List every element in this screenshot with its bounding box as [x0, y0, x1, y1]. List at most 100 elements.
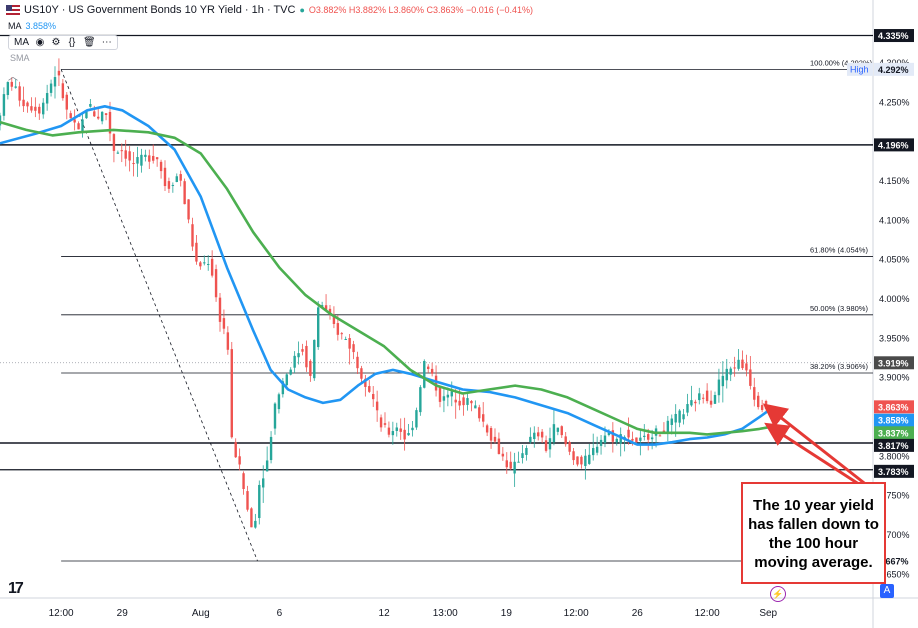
- candle-body: [265, 460, 269, 472]
- collapse-indicators-icon[interactable]: ︿: [8, 68, 18, 83]
- candle-body: [698, 393, 701, 401]
- candle-body: [285, 374, 288, 386]
- candle-body: [721, 375, 725, 387]
- callout-line: moving average.: [754, 554, 873, 571]
- more-icon[interactable]: ⋯: [102, 37, 112, 48]
- candle-body: [344, 339, 347, 341]
- candle-body: [615, 438, 618, 443]
- symbol-title[interactable]: US10Y · US Government Bonds 10 YR Yield …: [24, 4, 295, 16]
- candle-body: [705, 390, 709, 402]
- candle-body: [521, 453, 524, 459]
- eye-icon[interactable]: ◉: [35, 37, 45, 48]
- candle-body: [375, 401, 379, 411]
- candle-body: [61, 83, 65, 99]
- candle-body: [430, 368, 434, 374]
- candle-body: [505, 460, 508, 468]
- events-bolt-icon[interactable]: ⚡: [770, 586, 786, 602]
- price-label: 4.292%: [878, 65, 909, 75]
- candle-body: [764, 401, 768, 409]
- candle-body: [741, 359, 744, 369]
- candle-body: [183, 181, 186, 205]
- candle-body: [482, 414, 485, 422]
- candle-body: [682, 414, 685, 420]
- candle-body: [242, 473, 245, 490]
- candle-body: [222, 318, 226, 329]
- candle-body: [415, 410, 418, 428]
- x-tick-label: 13:00: [433, 608, 458, 619]
- price-label: 3.837%: [878, 428, 909, 438]
- candle-body: [152, 155, 155, 161]
- candle-body: [533, 432, 536, 440]
- candle-body: [564, 436, 567, 445]
- annotation-arrow: [762, 403, 869, 488]
- candle-body: [301, 349, 304, 352]
- tradingview-logo-icon: 17: [8, 580, 24, 597]
- high-tag-label: High: [850, 64, 869, 74]
- candle-body: [580, 456, 583, 465]
- trash-icon[interactable]: 🗑: [83, 37, 96, 48]
- candle-body: [199, 262, 202, 267]
- price-label: 3.817%: [878, 441, 909, 451]
- candle-body: [749, 369, 752, 386]
- candle-body: [175, 176, 178, 182]
- code-icon[interactable]: {}: [67, 37, 77, 48]
- candle-body: [540, 431, 544, 438]
- candle-body: [42, 102, 45, 115]
- candle-body: [14, 86, 17, 88]
- candle-body: [116, 152, 120, 154]
- candle-body: [210, 258, 214, 276]
- candle-body: [568, 442, 571, 452]
- callout-line: The 10 year yield: [753, 497, 874, 514]
- ma-indicator[interactable]: MA 3.858%: [8, 21, 56, 31]
- candle-body: [627, 429, 630, 438]
- candle-body: [379, 417, 383, 428]
- candle-body: [293, 355, 296, 368]
- candle-body: [485, 425, 489, 433]
- candle-body: [423, 361, 426, 388]
- price-label: 3.863%: [878, 402, 909, 412]
- candle-body: [309, 360, 312, 376]
- candle-body: [513, 461, 516, 474]
- candle-body: [30, 106, 33, 111]
- candle-body: [529, 436, 532, 443]
- ma-value: 3.858%: [25, 21, 57, 31]
- indicator-toolbar: MA ◉ ⚙ {} 🗑 ⋯: [8, 35, 118, 50]
- candle-body: [195, 242, 198, 262]
- candle-body: [230, 349, 233, 438]
- candle-body: [26, 102, 29, 107]
- candle-body: [517, 461, 520, 463]
- x-tick-label: 12:00: [695, 608, 720, 619]
- candle-body: [207, 263, 210, 265]
- auto-scale-button[interactable]: A: [880, 584, 894, 598]
- sma-indicator[interactable]: SMA: [10, 53, 30, 63]
- y-tick-label: 4.250%: [879, 97, 910, 107]
- candle-body: [599, 439, 603, 446]
- candle-body: [348, 338, 351, 349]
- candle-body: [560, 426, 563, 436]
- candle-body: [191, 224, 194, 247]
- candle-body: [411, 427, 414, 431]
- candle-body: [262, 478, 265, 488]
- candle-body: [171, 184, 175, 186]
- price-label: 3.858%: [878, 416, 909, 426]
- candle-body: [635, 437, 638, 443]
- candle-body: [112, 134, 116, 151]
- gear-icon[interactable]: ⚙: [51, 37, 61, 48]
- candle-body: [650, 437, 654, 440]
- candle-body: [218, 297, 222, 322]
- candle-body: [313, 339, 316, 379]
- candle-body: [372, 393, 375, 400]
- annotation-arrow: [764, 422, 869, 492]
- x-tick-label: 12: [379, 608, 391, 619]
- x-tick-label: 12:00: [564, 608, 589, 619]
- candle-body: [466, 398, 469, 405]
- candle-body: [729, 368, 732, 375]
- candle-body: [399, 428, 402, 432]
- y-tick-label: 3.950%: [879, 333, 910, 343]
- candle-body: [214, 269, 218, 298]
- candle-body: [595, 446, 599, 453]
- candle-body: [576, 456, 579, 465]
- candle-body: [509, 461, 512, 469]
- x-tick-label: Sep: [759, 608, 777, 619]
- candle-body: [297, 353, 300, 358]
